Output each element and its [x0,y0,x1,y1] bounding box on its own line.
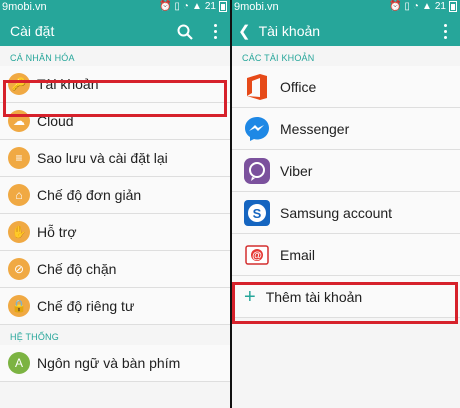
wifi-icon: ◔ [412,1,419,12]
status-bar: 9mobi.vn ⏰ ▯ ◔ ▲ 21 [232,0,460,16]
email-icon: @ [242,240,272,270]
messenger-icon [242,114,272,144]
settings-item-label: Tài khoản [37,76,99,92]
settings-item-label: Cloud [37,113,74,129]
back-arrow-icon[interactable]: ❮ [238,22,251,40]
settings-item-label: Chế độ đơn giản [37,187,142,203]
page-title: Tài khoản [258,23,321,39]
battery-text: 21 [204,1,216,12]
account-label: Viber [280,162,313,179]
section-header-personal: CÁ NHÂN HÓA [10,53,75,63]
svg-text:S: S [253,206,262,221]
account-item-office[interactable]: Office [232,66,460,108]
backup-icon: ≡ [8,147,30,169]
hand-icon: ✋ [8,221,30,243]
watermark: 9mobi.vn [234,1,279,13]
add-account-label: Thêm tài khoản [265,288,363,305]
settings-item-cloud[interactable]: ☁ Cloud [0,103,230,140]
settings-item-backup[interactable]: ≡ Sao lưu và cài đặt lại [0,140,230,177]
settings-item-label: Sao lưu và cài đặt lại [37,150,168,166]
cloud-icon: ☁ [8,110,30,132]
office-icon [242,72,272,102]
account-label: Email [280,246,316,263]
settings-item-accessibility[interactable]: ✋ Hỗ trợ [0,214,230,251]
battery-icon [219,1,227,12]
search-icon[interactable] [177,24,193,40]
add-account-button[interactable]: + Thêm tài khoản [232,276,460,318]
battery-text: 21 [434,1,446,12]
signal-icon: ▲ [421,1,432,12]
section-header-system: HỆ THỐNG [10,332,59,342]
settings-item-easy-mode[interactable]: ⌂ Chế độ đơn giản [0,177,230,214]
settings-item-private-mode[interactable]: 🔒 Chế độ riêng tư [0,288,230,325]
section-header-accounts: CÁC TÀI KHOẢN [242,53,315,63]
key-icon: 🔑 [8,73,30,95]
more-options-icon[interactable] [441,22,450,41]
settings-item-language-keyboard[interactable]: A Ngôn ngữ và bàn phím [0,345,230,382]
watermark: 9mobi.vn [2,1,47,13]
settings-item-label: Ngôn ngữ và bàn phím [37,355,181,371]
account-item-email[interactable]: @ Email [232,234,460,276]
signal-icon: ▲ [191,1,202,12]
home-icon: ⌂ [8,184,30,206]
svg-text:@: @ [252,250,262,261]
account-label: Messenger [280,120,350,137]
vibrate-icon: ▯ [174,1,180,12]
page-title: Cài đặt [10,23,55,39]
block-icon: ⊘ [8,258,30,280]
account-item-viber[interactable]: Viber [232,150,460,192]
settings-item-account[interactable]: 🔑 Tài khoản [0,66,230,103]
language-icon: A [8,352,30,374]
wifi-icon: ◔ [182,1,189,12]
more-options-icon[interactable] [211,22,220,41]
vibrate-icon: ▯ [404,1,410,12]
alarm-icon: ⏰ [158,1,172,12]
settings-item-label: Hỗ trợ [37,224,77,240]
status-bar: 9mobi.vn ⏰ ▯ ◔ ▲ 21 [0,0,230,16]
accounts-screen: 9mobi.vn ⏰ ▯ ◔ ▲ 21 ❮ Tài khoản CÁC TÀI … [232,0,460,408]
samsung-account-icon: S [242,198,272,228]
app-bar: ❮ Tài khoản [232,16,460,46]
account-label: Samsung account [280,204,393,221]
settings-screen: 9mobi.vn ⏰ ▯ ◔ ▲ 21 Cài đặt CÁ NHÂN HÓA … [0,0,230,408]
lock-icon: 🔒 [8,295,30,317]
viber-icon [242,156,272,186]
settings-item-label: Chế độ riêng tư [37,298,135,314]
settings-item-blocking-mode[interactable]: ⊘ Chế độ chặn [0,251,230,288]
app-bar: Cài đặt [0,16,230,46]
settings-item-label: Chế độ chặn [37,261,117,277]
battery-icon [449,1,457,12]
account-item-samsung[interactable]: S Samsung account [232,192,460,234]
account-item-messenger[interactable]: Messenger [232,108,460,150]
plus-icon: + [244,285,256,308]
account-label: Office [280,78,317,95]
alarm-icon: ⏰ [388,1,402,12]
